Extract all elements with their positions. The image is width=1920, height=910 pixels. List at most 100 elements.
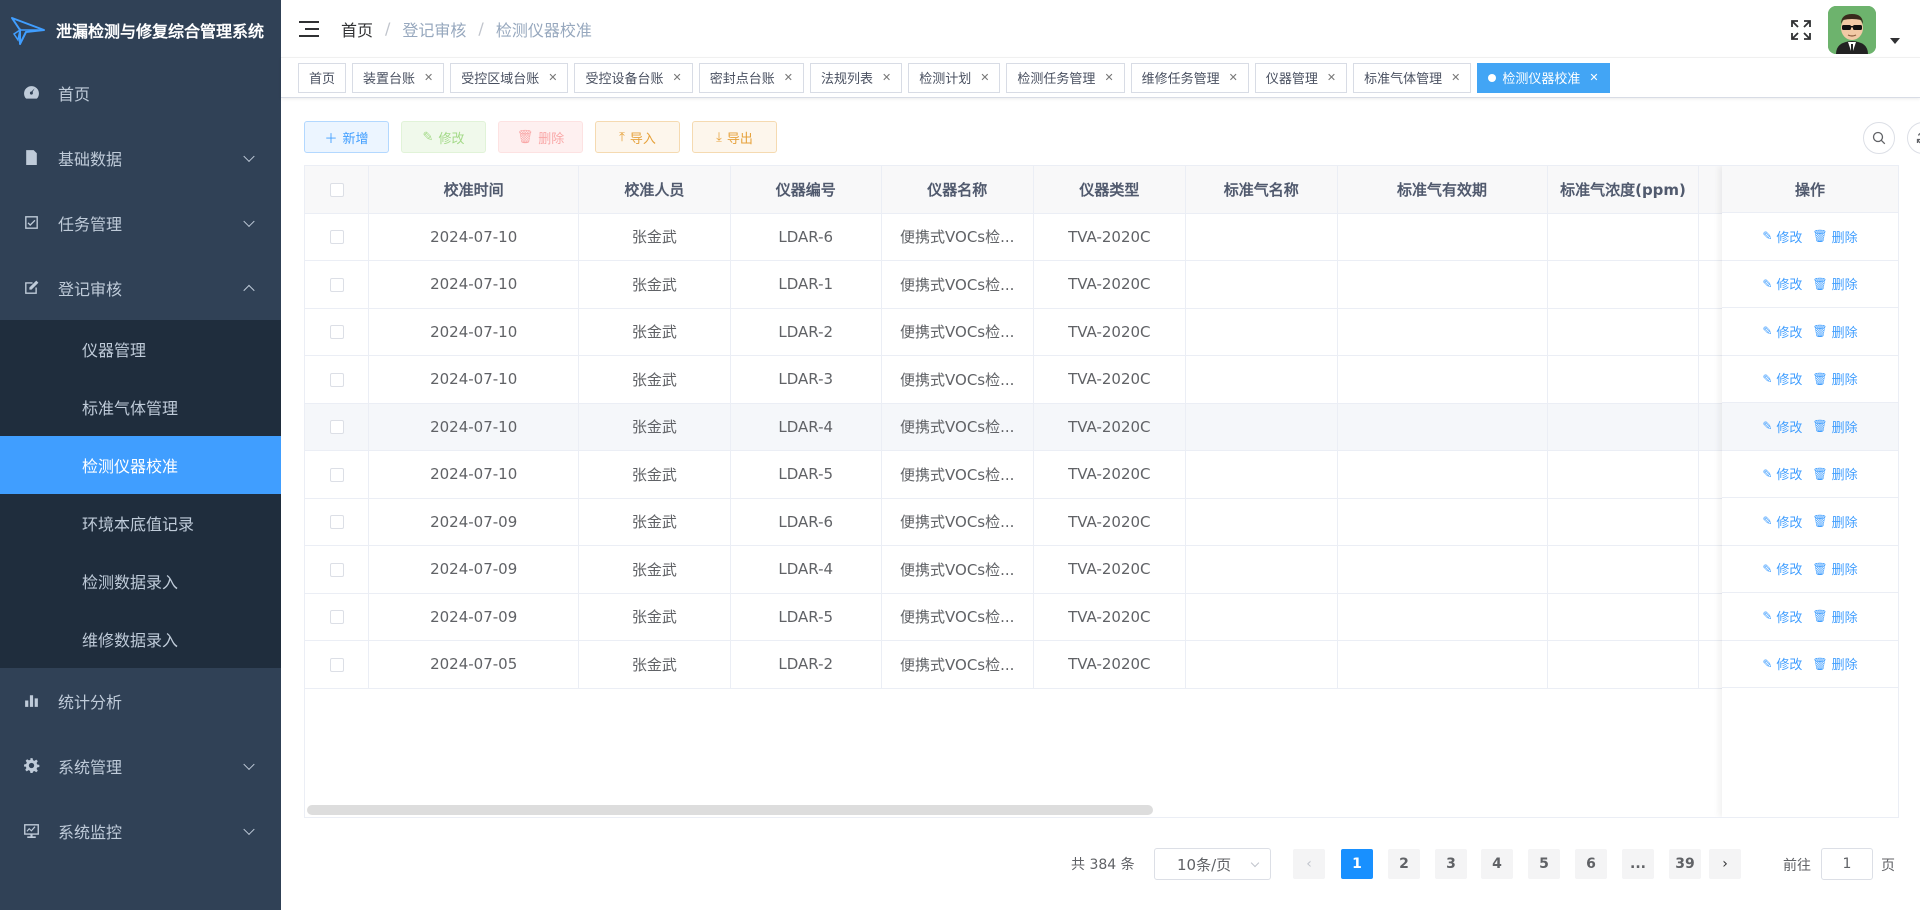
close-icon[interactable]: ✕ — [1229, 71, 1238, 84]
row-delete-link[interactable]: 🗑 删除 — [1812, 607, 1857, 626]
caret-down-icon[interactable] — [1890, 38, 1900, 44]
tag-seal-point-ledger[interactable]: 密封点台账 ✕ — [698, 62, 804, 93]
row-delete-link[interactable]: 🗑 删除 — [1812, 654, 1857, 674]
edit-button[interactable]: ✎ 修改 — [401, 121, 486, 153]
close-icon[interactable]: ✕ — [1104, 71, 1113, 84]
sidebar-subitem-background-record[interactable]: 环境本底值记录 — [0, 494, 281, 552]
row-checkbox[interactable] — [329, 657, 344, 672]
table-row[interactable]: 2024-07-09 张金武 LDAR-6 便携式VOCs检... TVA-2020C — [305, 498, 1898, 546]
page-number-button[interactable]: 39 — [1669, 849, 1701, 879]
avatar[interactable] — [1828, 6, 1876, 54]
page-size-select[interactable]: 10条/页 — [1154, 848, 1271, 880]
tag-controlled-equipment-ledger[interactable]: 受控设备台账 ✕ — [574, 62, 693, 93]
sidebar-subitem-repair-data[interactable]: 维修数据录入 — [0, 610, 281, 668]
row-edit-link[interactable]: ✎ 修改 — [1762, 464, 1802, 484]
prev-page-button[interactable]: ‹ — [1293, 849, 1325, 879]
sidebar-item-base-data[interactable]: 基础数据 — [0, 125, 281, 190]
row-checkbox[interactable] — [329, 230, 344, 245]
select-all-checkbox[interactable] — [329, 182, 344, 197]
row-checkbox[interactable] — [329, 610, 344, 625]
close-icon[interactable]: ✕ — [1589, 71, 1598, 84]
sidebar-subitem-instrument-calibration[interactable]: 检测仪器校准 — [0, 436, 281, 494]
add-button[interactable]: ＋新增 — [304, 121, 389, 153]
goto-page-input[interactable]: 1 — [1821, 848, 1873, 880]
sidebar-item-statistics[interactable]: 统计分析 — [0, 668, 281, 733]
row-checkbox[interactable] — [329, 372, 344, 387]
sidebar-subitem-instrument-management[interactable]: 仪器管理 — [0, 320, 281, 378]
column-header[interactable]: 标准气浓度(ppm) — [1547, 166, 1700, 214]
sidebar-subitem-standard-gas[interactable]: 标准气体管理 — [0, 378, 281, 436]
tag-instrument-calibration[interactable]: 检测仪器校准 ✕ — [1477, 62, 1610, 93]
tag-detection-task[interactable]: 检测任务管理 ✕ — [1006, 62, 1125, 93]
close-icon[interactable]: ✕ — [882, 71, 891, 84]
table-row[interactable]: 2024-07-09 张金武 LDAR-5 便携式VOCs检... TVA-2020C — [305, 593, 1898, 641]
more-pages-button[interactable]: ... — [1622, 849, 1654, 879]
delete-button[interactable]: 🗑 删除 — [498, 121, 583, 153]
row-delete-link[interactable]: 🗑 删除 — [1812, 369, 1857, 389]
fullscreen-icon[interactable] — [1790, 19, 1812, 41]
column-header[interactable]: 校准时间 — [368, 166, 580, 214]
tag-detection-plan[interactable]: 检测计划 ✕ — [908, 62, 1001, 93]
page-number-button[interactable]: 1 — [1341, 849, 1373, 879]
tag-regulation-list[interactable]: 法规列表 ✕ — [809, 62, 903, 93]
row-edit-link[interactable]: ✎ 修改 — [1762, 227, 1802, 246]
refresh-button[interactable] — [1907, 122, 1920, 154]
close-icon[interactable]: ✕ — [424, 71, 433, 84]
sidebar-item-registration-review[interactable]: 登记审核 — [0, 255, 281, 320]
tag-device-ledger[interactable]: 装置台账 ✕ — [352, 62, 445, 93]
page-number-button[interactable]: 6 — [1575, 849, 1607, 879]
search-toggle-button[interactable] — [1863, 122, 1895, 154]
close-icon[interactable]: ✕ — [1327, 71, 1336, 84]
tag-instrument-management[interactable]: 仪器管理 ✕ — [1254, 62, 1348, 93]
row-checkbox[interactable] — [329, 515, 344, 530]
tag-controlled-area-ledger[interactable]: 受控区域台账 ✕ — [450, 62, 569, 93]
close-icon[interactable]: ✕ — [1451, 71, 1460, 84]
column-header[interactable]: 标准气有效期 — [1337, 166, 1548, 214]
table-row[interactable]: 2024-07-10 张金武 LDAR-4 便携式VOCs检... TVA-2020C — [305, 403, 1898, 451]
row-delete-link[interactable]: 🗑 删除 — [1812, 322, 1857, 341]
row-checkbox[interactable] — [329, 277, 344, 292]
row-edit-link[interactable]: ✎ 修改 — [1762, 369, 1802, 389]
sidebar-item-home[interactable]: 首页 — [0, 60, 281, 125]
row-edit-link[interactable]: ✎ 修改 — [1762, 607, 1802, 626]
row-edit-link[interactable]: ✎ 修改 — [1762, 417, 1802, 436]
table-row[interactable]: 2024-07-10 张金武 LDAR-1 便携式VOCs检... TVA-2020C — [305, 260, 1898, 309]
row-checkbox[interactable] — [329, 467, 344, 482]
close-icon[interactable]: ✕ — [548, 71, 557, 84]
row-delete-link[interactable]: 🗑 删除 — [1812, 464, 1857, 484]
column-header[interactable]: 校准人员 — [578, 166, 731, 214]
import-button[interactable]: ⤒ 导入 — [595, 121, 680, 153]
hamburger-menu-icon[interactable] — [299, 20, 321, 38]
close-icon[interactable]: ✕ — [673, 71, 682, 84]
table-row[interactable]: 2024-07-10 张金武 LDAR-2 便携式VOCs检... TVA-2020C — [305, 308, 1898, 356]
row-checkbox[interactable] — [329, 325, 344, 340]
column-header[interactable]: 标准气名称 — [1185, 166, 1338, 214]
row-edit-link[interactable]: ✎ 修改 — [1762, 512, 1802, 531]
page-number-button[interactable]: 2 — [1388, 849, 1420, 879]
row-delete-link[interactable]: 🗑 删除 — [1812, 227, 1857, 246]
page-number-button[interactable]: 4 — [1481, 849, 1513, 879]
row-edit-link[interactable]: ✎ 修改 — [1762, 559, 1802, 579]
row-edit-link[interactable]: ✎ 修改 — [1762, 654, 1802, 674]
tag-repair-task[interactable]: 维修任务管理 ✕ — [1130, 62, 1249, 93]
next-page-button[interactable]: › — [1709, 849, 1741, 879]
table-row[interactable]: 2024-07-10 张金武 LDAR-3 便携式VOCs检... TVA-2020C — [305, 355, 1898, 404]
column-header[interactable]: 仪器名称 — [881, 166, 1034, 214]
row-delete-link[interactable]: 🗑 删除 — [1812, 274, 1857, 294]
column-header[interactable]: 仪器编号 — [730, 166, 882, 214]
select-all-checkbox-cell[interactable] — [305, 166, 370, 214]
table-row[interactable]: 2024-07-10 张金武 LDAR-5 便携式VOCs检... TVA-2020C — [305, 450, 1898, 499]
row-delete-link[interactable]: 🗑 删除 — [1812, 512, 1857, 531]
tag-home[interactable]: 首页 — [298, 62, 347, 93]
close-icon[interactable]: ✕ — [980, 71, 989, 84]
row-checkbox[interactable] — [329, 420, 344, 435]
column-header[interactable]: 仪器类型 — [1033, 166, 1187, 214]
row-checkbox[interactable] — [329, 562, 344, 577]
sidebar-subitem-detection-data[interactable]: 检测数据录入 — [0, 552, 281, 610]
breadcrumb-home[interactable]: 首页 — [341, 17, 373, 41]
horizontal-scrollbar[interactable] — [307, 805, 1153, 815]
row-delete-link[interactable]: 🗑 删除 — [1812, 417, 1857, 436]
row-edit-link[interactable]: ✎ 修改 — [1762, 274, 1802, 294]
table-row[interactable]: 2024-07-09 张金武 LDAR-4 便携式VOCs检... TVA-2020C — [305, 545, 1898, 594]
export-button[interactable]: ⤓ 导出 — [692, 121, 777, 153]
